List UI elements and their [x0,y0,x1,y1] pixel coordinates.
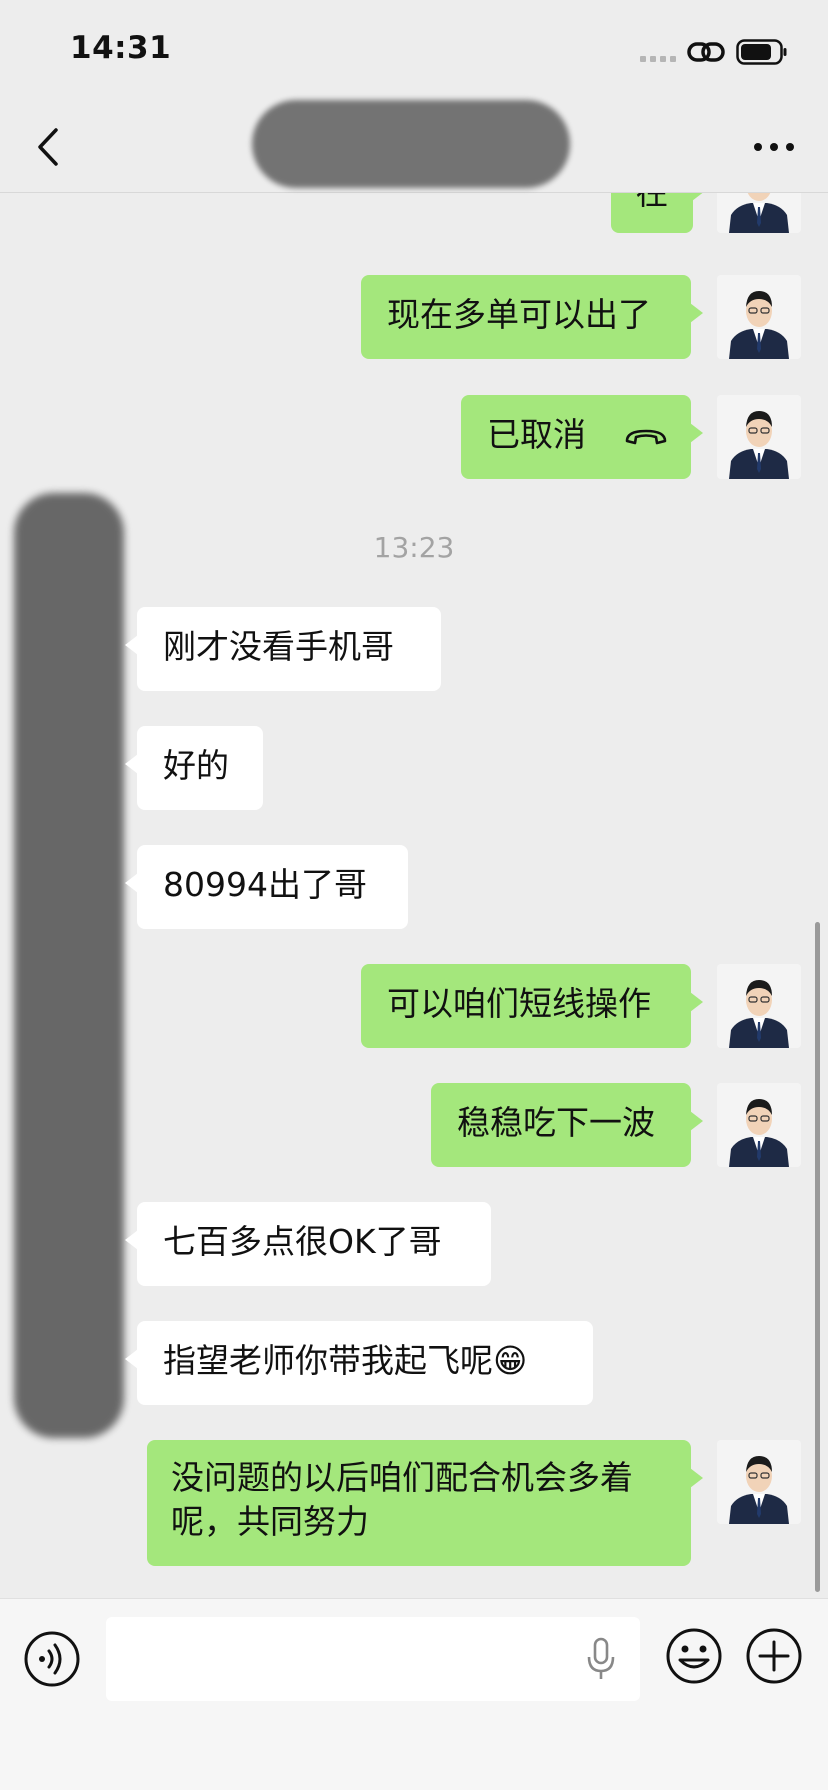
message-text: 好的 [163,746,229,785]
scrollbar[interactable] [815,922,820,1592]
message-text: 刚才没看手机哥 [163,627,394,666]
input-bar [0,1598,828,1790]
message-text: 没问题的以后咱们配合机会多着呢，共同努力 [171,1458,633,1541]
title-redaction [252,100,570,188]
avatar[interactable] [717,1440,801,1524]
avatar-redaction [14,493,124,1438]
avatar-image [717,1083,801,1167]
message-bubble-call[interactable]: 已取消 [461,395,703,479]
avatar-image [717,395,801,479]
avatar-image [717,964,801,1048]
message-text: 80994出了哥 [163,865,367,904]
avatar-image [717,1440,801,1524]
emoji-icon[interactable] [664,1626,724,1686]
message-bubble-outgoing[interactable]: 在 [611,193,705,233]
message-bubble-outgoing[interactable]: 没问题的以后咱们配合机会多着呢，共同努力 [147,1440,703,1566]
message-bubble-outgoing[interactable]: 现在多单可以出了 [361,275,703,359]
chevron-left-icon[interactable] [30,122,70,172]
signal-icon [640,56,676,62]
message-bubble-outgoing[interactable]: 稳稳吃下一波 [431,1083,703,1167]
avatar-image [717,275,801,359]
status-time: 14:31 [70,30,172,66]
chat-screen: 14:31 在 [0,0,828,1790]
message-input[interactable] [106,1617,640,1701]
message-timestamp: 13:23 [373,531,455,564]
plus-icon[interactable] [744,1626,804,1686]
microphone-icon[interactable] [586,1637,616,1681]
message-list[interactable]: 在 现在多单可以出了 [0,193,828,1598]
message-text: 可以咱们短线操作 [387,984,651,1023]
message-text: 指望老师你带我起飞呢😁 [163,1341,528,1380]
message-text: 稳稳吃下一波 [457,1103,655,1142]
message-text: 七百多点很OK了哥 [163,1222,442,1261]
avatar[interactable] [717,275,801,359]
message-bubble-incoming[interactable]: 80994出了哥 [125,845,408,929]
message-text: 已取消 [487,415,586,454]
message-bubble-incoming[interactable]: 七百多点很OK了哥 [125,1202,491,1286]
message-bubble-incoming[interactable]: 好的 [125,726,263,810]
ellipsis-icon[interactable] [752,140,796,154]
message-bubble-outgoing[interactable]: 可以咱们短线操作 [361,964,703,1048]
battery-icon [736,39,787,65]
message-bubble-incoming[interactable]: 指望老师你带我起飞呢😁 [125,1321,593,1405]
avatar[interactable] [717,395,801,479]
avatar-image [717,193,801,233]
status-bar: 14:31 [0,0,828,100]
avatar[interactable] [717,1083,801,1167]
voice-icon[interactable] [22,1629,82,1689]
phone-hangup-icon [625,429,666,444]
message-text: 在 [636,193,669,212]
message-text: 现在多单可以出了 [387,295,651,334]
message-bubble-incoming[interactable]: 刚才没看手机哥 [125,607,441,691]
avatar[interactable] [717,193,801,233]
link-icon [687,42,725,62]
avatar[interactable] [717,964,801,1048]
